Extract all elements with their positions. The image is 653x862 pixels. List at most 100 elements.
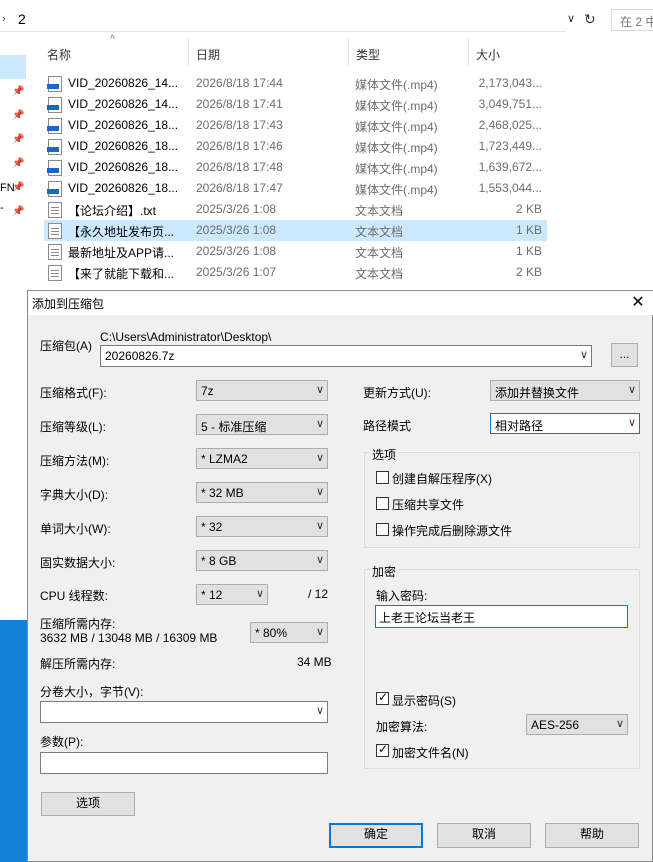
method-label: 压缩方法(M): [40,454,110,468]
file-date: 2026/8/18 17:47 [196,181,283,195]
file-date: 2026/8/18 17:41 [196,97,283,111]
close-icon[interactable]: ✕ [628,293,648,313]
format-value: 7z [201,384,214,398]
file-type: 媒体文件(.mp4) [355,99,438,113]
file-row[interactable]: VID_20260826_14... 2026/8/18 17:41 媒体文件(.m… [44,94,547,115]
sfx-checkbox[interactable] [376,471,389,484]
address-dropdown-icon[interactable]: ∨ [567,12,575,25]
update-label: 更新方式(U): [363,386,431,400]
method-value: * LZMA2 [201,452,248,466]
file-type: 媒体文件(.mp4) [355,120,438,134]
file-row[interactable]: 【论坛介绍】.txt 2025/3/26 1:08 文本文档 2 KB [44,199,547,220]
mem-decomp-label: 解压所需内存: [40,657,116,671]
nav-item-fragment[interactable]: - [0,202,4,214]
file-row[interactable]: 【来了就能下载和... 2025/3/26 1:07 文本文档 2 KB [44,262,547,283]
breadcrumb-chevron-icon: › [2,13,6,25]
file-name: 最新地址及APP请... [68,246,175,260]
cpu-label: CPU 线程数: [40,589,109,603]
chevron-down-icon: ∨ [315,705,324,717]
column-header-date[interactable]: 日期 [196,46,220,76]
level-select[interactable]: 5 - 标准压缩 ∨ [196,414,328,435]
cancel-button[interactable]: 取消 [437,823,531,848]
format-select[interactable]: 7z ∨ [196,380,328,401]
file-type: 文本文档 [355,204,404,218]
archive-label: 压缩包(A) [40,339,92,353]
desktop-background [0,620,28,862]
mem-percent-select[interactable]: * 80% ∨ [250,622,328,643]
file-size: 1 KB [515,244,542,258]
dict-value: * 32 MB [201,486,244,500]
file-type: 媒体文件(.mp4) [355,183,438,197]
column-header-name[interactable]: 名称 [47,46,71,76]
method-select[interactable]: * LZMA2 ∨ [196,448,328,469]
file-row[interactable]: 【永久地址发布页... 2025/3/26 1:08 文本文档 1 KB [44,220,547,241]
archive-name-combo[interactable]: 20260826.7z ∨ [100,345,592,367]
update-select[interactable]: 添加并替换文件 ∨ [490,380,640,401]
address-bar[interactable] [0,9,566,32]
sort-ascending-icon: ^ [110,34,115,45]
solid-select[interactable]: * 8 GB ∨ [196,550,328,571]
mem-percent-value: * 80% [255,626,288,640]
password-input[interactable]: 上老王论坛当老王 [375,605,628,628]
pin-icon: 📌 [12,86,25,97]
file-size: 1,553,044... [478,181,542,195]
file-row[interactable]: VID_20260826_18... 2026/8/18 17:47 媒体文件(.m… [44,178,547,199]
solid-value: * 8 GB [201,554,237,568]
file-size: 2 KB [515,202,542,216]
video-file-icon [47,97,62,113]
text-file-icon [48,244,62,260]
show-password-checkbox[interactable]: ✓ [376,690,389,705]
file-row[interactable]: VID_20260826_18... 2026/8/18 17:43 媒体文件(.m… [44,115,547,136]
nav-item-fragment[interactable]: FN [0,182,15,194]
shared-checkbox[interactable] [376,497,389,510]
chevron-down-icon: ∨ [615,718,624,730]
text-file-icon [48,202,62,218]
chevron-down-icon: ∨ [255,588,264,600]
file-row[interactable]: VID_20260826_14... 2026/8/18 17:44 媒体文件(.m… [44,73,547,94]
column-header-size[interactable]: 大小 [476,46,500,76]
shared-label[interactable]: 压缩共享文件 [392,496,464,513]
pathmode-value: 相对路径 [495,419,544,433]
chevron-down-icon: ∨ [315,520,324,532]
file-date: 2025/3/26 1:07 [196,265,277,279]
browse-button[interactable]: ... [611,343,638,367]
file-date: 2026/8/18 17:44 [196,76,283,90]
sfx-label[interactable]: 创建自解压程序(X) [392,470,492,487]
encrypt-names-checkbox[interactable]: ✓ [376,742,389,757]
show-password-label[interactable]: 显示密码(S) [392,692,456,709]
chevron-down-icon: ∨ [315,554,324,566]
cpu-value: * 12 [201,588,223,602]
pin-icon: 📌 [12,158,25,169]
address-text[interactable]: 2 [18,11,26,27]
volume-combo[interactable]: ∨ [40,701,328,723]
file-row[interactable]: 最新地址及APP请... 2025/3/26 1:08 文本文档 1 KB [44,241,547,262]
encrypt-names-label[interactable]: 加密文件名(N) [392,744,469,761]
dict-select[interactable]: * 32 MB ∨ [196,482,328,503]
refresh-icon[interactable]: ↻ [584,11,600,29]
enc-method-select[interactable]: AES-256 ∨ [526,714,628,735]
file-name: VID_20260826_18... [68,118,179,132]
delete-source-label[interactable]: 操作完成后删除源文件 [392,522,512,539]
word-select[interactable]: * 32 ∨ [196,516,328,537]
text-file-icon [48,223,62,239]
ok-button[interactable]: 确定 [329,823,423,848]
file-name: 【来了就能下载和... [68,267,175,281]
dialog-titlebar[interactable] [28,291,653,315]
word-label: 单词大小(W): [40,522,111,536]
file-row[interactable]: VID_20260826_18... 2026/8/18 17:48 媒体文件(.m… [44,157,547,178]
options-button[interactable]: 选项 [41,792,135,816]
video-file-icon [47,118,62,134]
help-button[interactable]: 帮助 [545,823,639,848]
nav-selected-item[interactable] [0,55,26,79]
enc-method-label: 加密算法: [376,720,428,734]
delete-source-checkbox[interactable] [376,523,389,536]
cpu-select[interactable]: * 12 ∨ [196,584,268,605]
file-date: 2026/8/18 17:46 [196,139,283,153]
solid-label: 固实数据大小: [40,556,116,570]
params-input[interactable] [40,752,328,774]
column-header-type[interactable]: 类型 [356,46,380,76]
pathmode-select[interactable]: 相对路径 ∨ [490,413,640,434]
file-name: 【永久地址发布页... [68,225,175,239]
file-row[interactable]: VID_20260826_18... 2026/8/18 17:46 媒体文件(.m… [44,136,547,157]
video-file-icon [47,181,62,197]
